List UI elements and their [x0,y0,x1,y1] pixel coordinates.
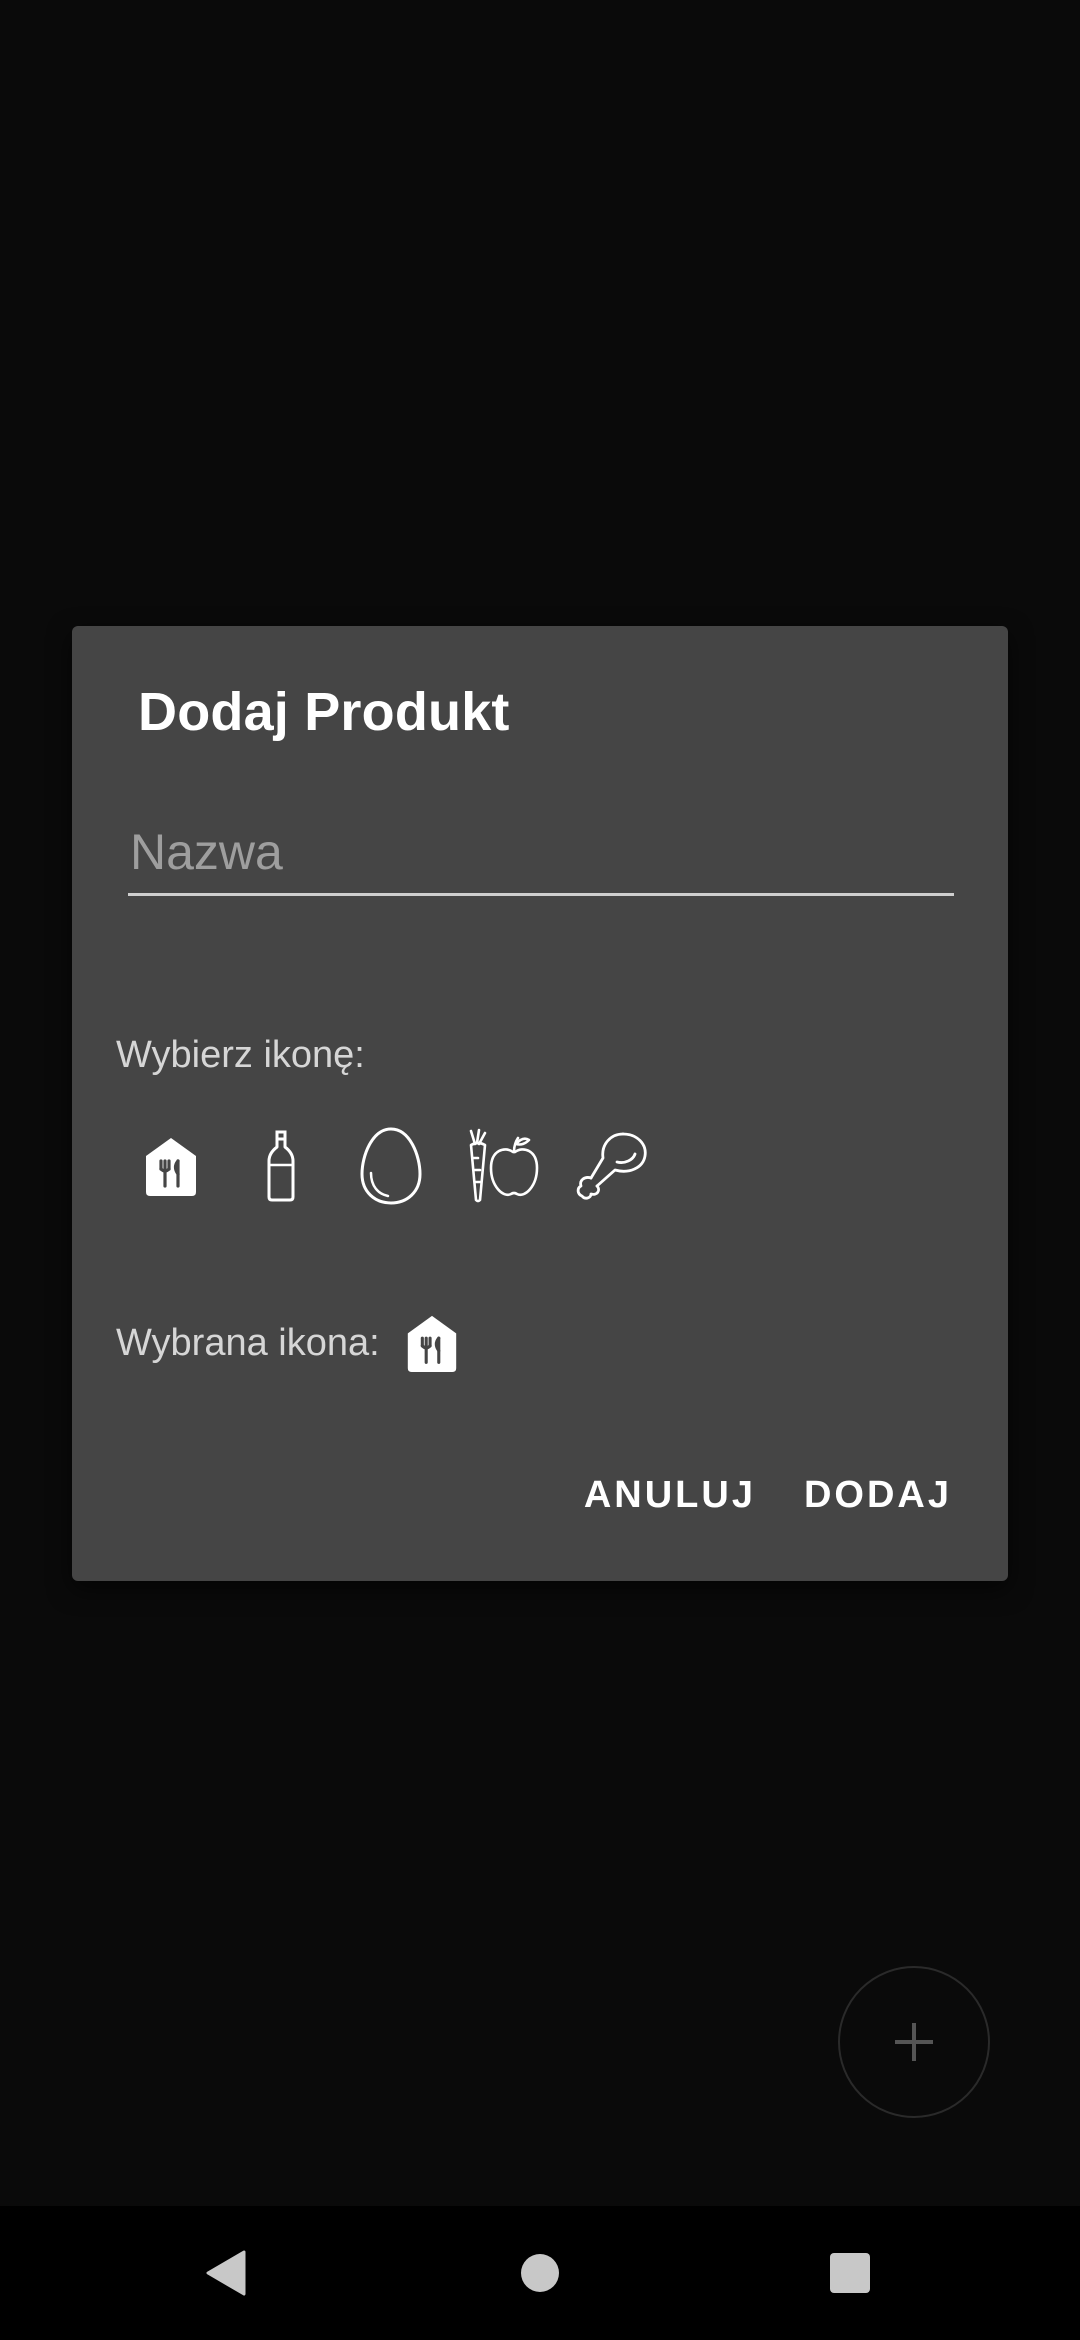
selected-icon-label: Wybrana ikona: [116,1322,380,1364]
back-triangle-icon [206,2250,246,2296]
cancel-button[interactable]: ANULUJ [584,1474,756,1517]
nav-home-button[interactable] [480,2206,600,2340]
restaurant-icon[interactable] [116,1116,226,1216]
selected-restaurant-icon [402,1312,474,1384]
dialog-actions: ANULUJ DODAJ [584,1474,952,1517]
icon-picker [116,1116,666,1216]
dialog-title: Dodaj Produkt [138,682,510,742]
system-navigation-bar [0,2206,1080,2340]
add-product-dialog: Dodaj Produkt Wybierz ikonę: [72,626,1008,1581]
name-input[interactable] [128,816,954,896]
choose-icon-label: Wybierz ikonę: [116,1034,365,1076]
screen: Dodaj Produkt Wybierz ikonę: [0,0,1080,2340]
home-circle-icon [521,2254,559,2292]
bottle-icon[interactable] [226,1116,336,1216]
egg-icon[interactable] [336,1116,446,1216]
nav-recents-button[interactable] [790,2206,910,2340]
plus-icon [895,2023,933,2061]
recents-square-icon [830,2253,870,2293]
add-button[interactable]: DODAJ [804,1474,952,1517]
carrot-apple-icon[interactable] [446,1116,556,1216]
nav-back-button[interactable] [166,2206,286,2340]
chicken-leg-icon[interactable] [556,1116,666,1216]
add-fab-button[interactable] [838,1966,990,2118]
